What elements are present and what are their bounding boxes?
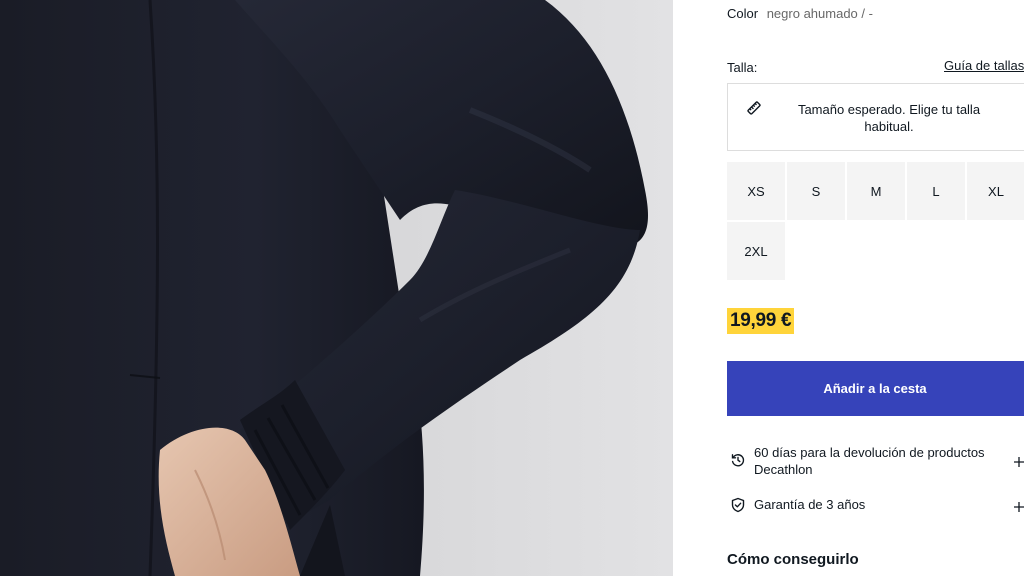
warranty-info-row[interactable]: Garantía de 3 años: [727, 496, 1024, 516]
plus-icon[interactable]: [1013, 455, 1024, 467]
size-option-xl[interactable]: XL: [967, 162, 1024, 220]
shield-check-icon: [730, 497, 746, 513]
size-option-2xl[interactable]: 2XL: [727, 222, 785, 280]
size-option-m[interactable]: M: [847, 162, 905, 220]
product-image: [0, 0, 673, 576]
size-guide-link[interactable]: Guía de tallas: [944, 58, 1024, 73]
returns-info-row[interactable]: 60 días para la devolución de productos …: [727, 444, 1024, 480]
return-arrow-icon: [730, 452, 746, 468]
fit-message: Tamaño esperado. Elige tu talla habitual…: [797, 102, 981, 134]
size-label: Talla:: [727, 60, 758, 75]
returns-info-text: 60 días para la devolución de productos …: [754, 445, 985, 477]
plus-icon[interactable]: [1013, 500, 1024, 512]
ruler-icon: [746, 100, 762, 116]
size-option-xs[interactable]: XS: [727, 162, 785, 220]
color-row: Color negro ahumado / -: [727, 6, 873, 21]
fit-advice-box: Tamaño esperado. Elige tu talla habitual…: [727, 83, 1024, 151]
size-option-l[interactable]: L: [907, 162, 965, 220]
size-option-s[interactable]: S: [787, 162, 845, 220]
add-to-cart-button[interactable]: Añadir a la cesta: [727, 361, 1024, 416]
warranty-info-text: Garantía de 3 años: [754, 497, 866, 512]
color-label: Color: [727, 6, 759, 21]
price-tag: 19,99 €: [727, 308, 795, 334]
section-title: Cómo conseguirlo: [727, 551, 859, 568]
color-value: negro ahumado / -: [766, 6, 873, 21]
product-info-panel: Color negro ahumado / - Talla: Guía de t…: [673, 0, 1024, 576]
